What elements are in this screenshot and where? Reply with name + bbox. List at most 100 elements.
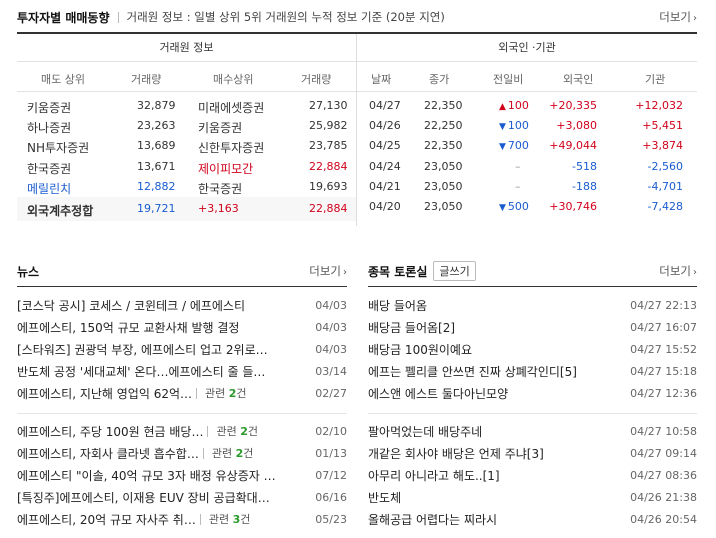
news-title-link[interactable]: 에프에스티, 150억 규모 교환사채 발행 결정	[17, 319, 239, 336]
board-more-link[interactable]: 더보기 ›	[659, 263, 697, 279]
col-change: 전일비	[493, 73, 524, 86]
sell-broker[interactable]: 키움증권	[27, 99, 71, 116]
col-foreign: 외국인	[563, 73, 594, 86]
news-item[interactable]: [코스닥 공시] 코세스 / 코윈테크 / 에프에스티 04/03	[17, 295, 347, 315]
row-close: 22,350	[424, 99, 463, 112]
post-date: 04/27 15:18	[630, 364, 697, 378]
row-date: 04/20	[369, 199, 401, 213]
related-count: 2	[240, 425, 248, 438]
related-news-link[interactable]: 관련 3건	[209, 511, 251, 527]
foreign-row: 04/24 23,050 – -518 -2,560	[357, 157, 697, 177]
row-foreign: +20,335	[549, 99, 597, 112]
board-post[interactable]: 배당 들어옴 04/27 22:13	[368, 295, 697, 315]
sell-volume: 13,689	[137, 139, 176, 153]
row-date: 04/21	[369, 179, 401, 193]
board-header-line	[368, 286, 697, 287]
news-title-link[interactable]: 에프에스티 "이솔, 40억 규모 3자 배정 유상증자 …	[17, 467, 276, 484]
buy-volume: 27,130	[309, 99, 348, 112]
sell-broker[interactable]: NH투자증권	[27, 139, 89, 156]
buy-volume: 23,785	[309, 139, 348, 153]
news-divider	[17, 413, 347, 414]
related-news-link[interactable]: 관련 2건	[212, 445, 254, 461]
related-label: 관련	[208, 513, 233, 526]
news-item[interactable]: 에프에스티, 자회사 클라넷 흡수합… 관련 2건 01/13	[17, 443, 347, 463]
post-title-link[interactable]: 배당 들어옴	[368, 297, 427, 314]
broker-row: 키움증권 32,879 미래에셋증권 27,130	[17, 96, 356, 116]
chevron-right-icon: ›	[693, 267, 697, 278]
news-date: 05/23	[315, 512, 347, 526]
buy-broker[interactable]: 한국증권	[198, 180, 242, 197]
change-value: 700	[507, 139, 529, 153]
row-institution: +12,032	[635, 99, 683, 112]
board-post[interactable]: 에프는 펠리클 안쓰면 진짜 상폐각인디[5] 04/27 15:18	[368, 361, 697, 381]
news-title-link[interactable]: 에프에스티, 주당 100원 현금 배당…	[17, 423, 203, 440]
row-change: ▼ 500	[499, 200, 529, 213]
post-title-link[interactable]: 아무리 아니라고 해도..[1]	[368, 467, 500, 484]
buy-broker[interactable]: 키움증권	[198, 119, 242, 136]
sell-volume: 12,882	[137, 179, 176, 193]
news-date: 03/14	[315, 364, 347, 378]
post-title-link[interactable]: 팔아먹었는데 배당주네	[368, 423, 482, 440]
news-item[interactable]: [특징주]에프에스티, 이재용 EUV 장비 공급확대… 06/16	[17, 487, 347, 507]
news-item[interactable]: [스타워즈] 권광덕 부장, 에프에스티 업고 2위로… 04/03	[17, 339, 347, 359]
broker-rows: 키움증권 32,879 미래에셋증권 27,130 하나증권 23,263 키움증권 25,9…	[17, 92, 356, 221]
related-news-link[interactable]: 관련 2건	[205, 385, 247, 401]
buy-volume: 19,693	[309, 179, 348, 193]
sell-broker[interactable]: 하나증권	[27, 119, 71, 136]
news-item[interactable]: 에프에스티, 20억 규모 자사주 취… 관련 3건 05/23	[17, 509, 347, 529]
related-news-link[interactable]: 관련 2건	[216, 423, 258, 439]
news-title-link[interactable]: 에프에스티, 자회사 클라넷 흡수합…	[17, 445, 199, 462]
post-title-link[interactable]: 올해공급 어렵다는 찌라시	[368, 511, 497, 528]
change-value: 100	[507, 119, 529, 133]
news-title-link[interactable]: [특징주]에프에스티, 이재용 EUV 장비 공급확대…	[17, 489, 270, 506]
change-value: 500	[507, 199, 529, 213]
board-post[interactable]: 반도체 04/26 21:38	[368, 487, 697, 507]
board-post[interactable]: 올해공급 어렵다는 찌라시 04/26 20:54	[368, 509, 697, 529]
post-title-link[interactable]: 반도체	[368, 489, 401, 506]
row-institution: -7,428	[647, 199, 683, 213]
post-title-link[interactable]: 배당금 들어옴[2]	[368, 319, 455, 336]
col-sell-volume: 거래량	[131, 73, 162, 86]
sell-broker[interactable]: 메릴린치	[27, 180, 71, 197]
post-title-link[interactable]: 개같은 회사야 배당은 언제 주냐[3]	[368, 445, 544, 462]
row-date: 04/25	[369, 139, 401, 153]
board-post[interactable]: 팔아먹었는데 배당주네 04/27 10:58	[368, 421, 697, 441]
board-post[interactable]: 배당금 100원이예요 04/27 15:52	[368, 339, 697, 359]
board-post[interactable]: 아무리 아니라고 해도..[1] 04/27 08:36	[368, 465, 697, 485]
news-item[interactable]: 에프에스티, 지난해 영업익 62억… 관련 2건 02/27	[17, 383, 347, 403]
foreign-total-buy: 22,884	[309, 201, 348, 215]
write-post-button[interactable]: 글쓰기	[433, 261, 476, 281]
post-title-link[interactable]: 에프는 펠리클 안쓰면 진짜 상폐각인디[5]	[368, 363, 577, 380]
section-description: 거래원 정보 : 일별 상위 5위 거래원의 누적 정보 기준 (20분 지연)	[126, 10, 445, 24]
buy-broker[interactable]: 제이피모간	[198, 160, 253, 177]
row-close: 22,250	[424, 119, 463, 133]
row-institution: -4,701	[647, 179, 683, 193]
news-item[interactable]: 에프에스티, 주당 100원 현금 배당… 관련 2건 02/10	[17, 421, 347, 441]
more-link[interactable]: 더보기 ›	[659, 9, 697, 25]
board-post[interactable]: 개같은 회사야 배당은 언제 주냐[3] 04/27 09:14	[368, 443, 697, 463]
news-item[interactable]: 에프에스티 "이솔, 40억 규모 3자 배정 유상증자 … 07/12	[17, 465, 347, 485]
news-title-link[interactable]: 에프에스티, 지난해 영업익 62억…	[17, 385, 192, 402]
news-title-link[interactable]: 반도체 공정 '세대교체' 온다…에프에스티 줄 들…	[17, 363, 265, 380]
sell-broker[interactable]: 한국증권	[27, 160, 71, 177]
chevron-right-icon: ›	[693, 13, 697, 24]
sell-volume: 32,879	[137, 99, 176, 112]
news-title-link[interactable]: [스타워즈] 권광덕 부장, 에프에스티 업고 2위로…	[17, 341, 268, 358]
foreign-row: 04/20 23,050 ▼ 500 +30,746 -7,428	[357, 197, 697, 217]
broker-row: 하나증권 23,263 키움증권 25,982	[17, 116, 356, 136]
news-more-link[interactable]: 더보기 ›	[309, 263, 347, 279]
post-title-link[interactable]: 배당금 100원이예요	[368, 341, 472, 358]
news-item[interactable]: 에프에스티, 150억 규모 교환사채 발행 결정 04/03	[17, 317, 347, 337]
news-item[interactable]: 반도체 공정 '세대교체' 온다…에프에스티 줄 들… 03/14	[17, 361, 347, 381]
news-date: 01/13	[315, 446, 347, 460]
news-title-link[interactable]: [코스닥 공시] 코세스 / 코윈테크 / 에프에스티	[17, 297, 245, 314]
investor-trading-header: 투자자별 매매동향 거래원 정보 : 일별 상위 5위 거래원의 누적 정보 기…	[17, 7, 697, 27]
buy-broker[interactable]: 신한투자증권	[198, 139, 264, 156]
board-post[interactable]: 에스앤 에스트 둘다아닌모양 04/27 12:36	[368, 383, 697, 403]
buy-broker[interactable]: 미래에셋증권	[198, 99, 264, 116]
broker-column-headers: 매도 상위 거래량 매수상위 거래량	[17, 62, 356, 92]
news-title-link[interactable]: 에프에스티, 20억 규모 자사주 취…	[17, 511, 196, 528]
post-date: 04/27 10:58	[630, 424, 697, 438]
post-title-link[interactable]: 에스앤 에스트 둘다아닌모양	[368, 385, 508, 402]
board-post[interactable]: 배당금 들어옴[2] 04/27 16:07	[368, 317, 697, 337]
